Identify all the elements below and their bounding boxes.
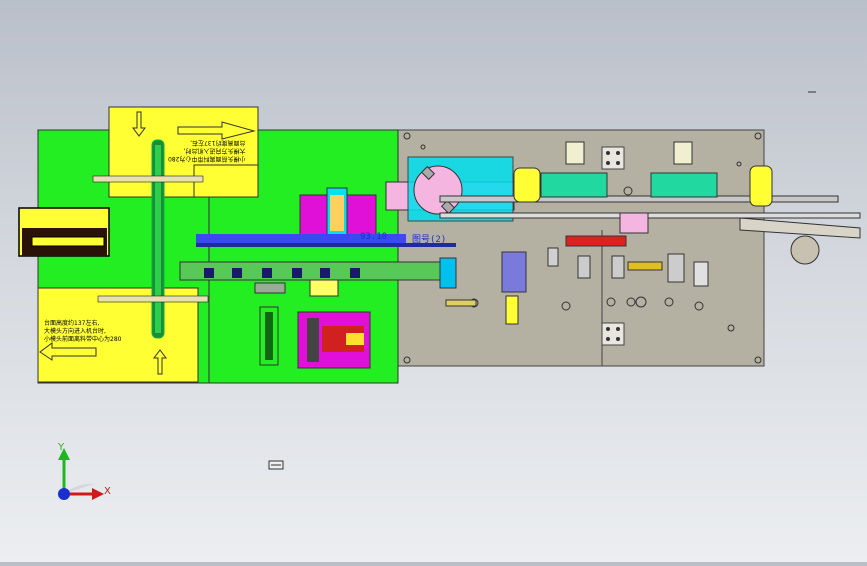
cad-viewport[interactable]: 小模头前面离料带中心为280 大模头方向进入机台时, 台面高度约137左右, 台… (0, 0, 867, 562)
note-top-panel: 小模头前面离料带中心为280 大模头方向进入机台时, 台面高度约137左右, (168, 138, 245, 162)
note-line: 小模头前面离料带中心为280 (168, 155, 246, 162)
assembly-drawing[interactable] (0, 0, 867, 562)
main-rail (439, 195, 839, 203)
note-line: 大模头方向进入机台时, (44, 328, 106, 335)
axis-y-arrow-icon (58, 448, 70, 494)
axis-triad: Y X (50, 440, 120, 510)
note-line: 台面高度约137左右, (190, 139, 246, 146)
note-line: 大模头方向进入机台时, (183, 147, 246, 154)
note-line: 小模头前面离料带中心为280 (44, 336, 122, 343)
note-bottom-panel: 台面高度约137左右, 大模头方向进入机台时, 小模头前面离料带中心为280 (44, 320, 121, 344)
dimension-label-right: 图号(2) (412, 235, 447, 245)
dimension-label-left: 93.10 (360, 232, 388, 242)
motor-left (513, 167, 541, 203)
motor-right (749, 165, 773, 207)
feed-track (179, 261, 441, 281)
yellow-panel-mid (193, 164, 259, 198)
axis-z-origin-icon (58, 488, 70, 500)
note-line: 台面高度约137左右, (44, 320, 100, 327)
axis-x-label: X (104, 486, 111, 497)
axis-y-label: Y (58, 442, 65, 453)
